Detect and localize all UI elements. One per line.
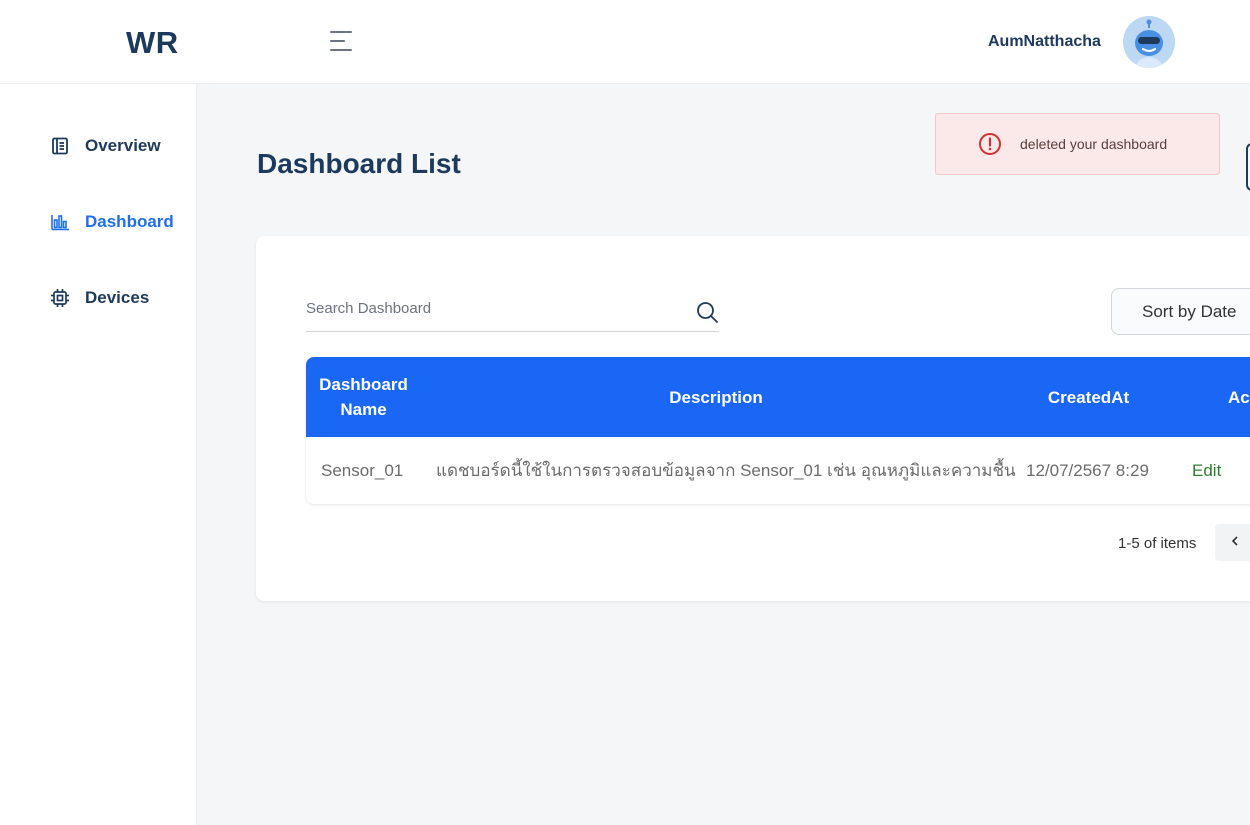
page-title: Dashboard List — [257, 148, 461, 179]
top-bar: WR AumNatthacha — [0, 0, 1250, 84]
hamburger-menu-icon[interactable] — [330, 30, 354, 52]
column-header-name[interactable]: Dashboard Name — [306, 357, 421, 437]
search-icon[interactable] — [695, 300, 719, 324]
user-name[interactable]: AumNatthacha — [988, 33, 1101, 51]
sidebar-item-label: Devices — [85, 288, 150, 307]
column-header-description[interactable]: Description — [421, 357, 1011, 437]
prev-page-button[interactable] — [1215, 524, 1250, 561]
chip-icon — [50, 288, 70, 308]
cell-description: แดชบอร์ดนี้ใช้ในการตรวจสอบข้อมูลจาก Sens… — [436, 461, 1016, 480]
pagination-summary: 1-5 of items — [1118, 535, 1197, 552]
toast-message: deleted your dashboard — [1020, 136, 1168, 152]
search-input[interactable] — [306, 292, 686, 324]
sidebar-item-label: Dashboard — [85, 212, 174, 231]
cell-created-at: 12/07/2567 8:29 — [1026, 460, 1149, 480]
overview-icon — [50, 136, 70, 156]
sidebar-item-dashboard[interactable]: Dashboard — [50, 207, 190, 237]
error-circle-icon — [978, 132, 1002, 156]
app-logo[interactable]: WR — [126, 25, 179, 61]
search-box — [306, 292, 719, 332]
chevron-left-icon — [1229, 534, 1241, 552]
sidebar-item-overview[interactable]: Overview — [50, 131, 190, 161]
sidebar: Overview Dashboard Devices — [0, 84, 197, 825]
sort-by-date-button[interactable]: Sort by Date — [1111, 288, 1250, 335]
edit-link[interactable]: Edit — [1192, 437, 1221, 504]
cell-dashboard-name: Sensor_01 — [321, 460, 404, 480]
sidebar-item-devices[interactable]: Devices — [50, 283, 190, 313]
column-header-created-at[interactable]: CreatedAt — [1011, 357, 1166, 437]
error-toast: deleted your dashboard — [935, 113, 1220, 175]
robot-avatar-icon[interactable] — [1123, 16, 1175, 68]
table-row[interactable]: Sensor_01 แดชบอร์ดนี้ใช้ในการตรวจสอบข้อม… — [306, 437, 1250, 504]
dashboard-table: Dashboard Name Description CreatedAt Act… — [306, 357, 1250, 504]
column-header-action: Action — [1228, 387, 1250, 407]
sidebar-item-label: Overview — [85, 136, 161, 155]
bar-chart-icon — [50, 212, 70, 232]
table-header: Dashboard Name Description CreatedAt Act… — [306, 357, 1250, 437]
create-dashboard-button[interactable] — [1246, 143, 1250, 191]
